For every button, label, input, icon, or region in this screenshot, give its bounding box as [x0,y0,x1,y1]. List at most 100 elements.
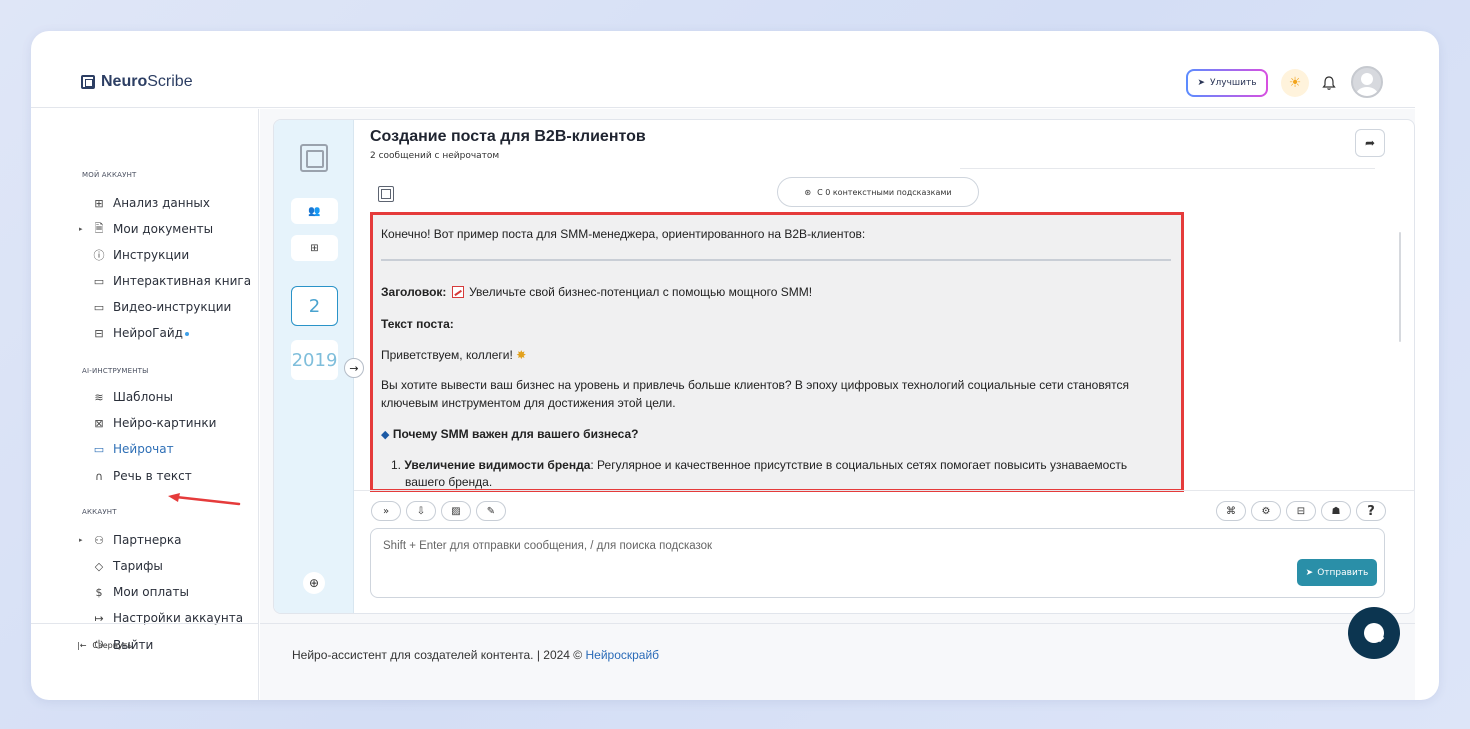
video-icon: ▭ [93,300,105,314]
users-icon: 👥 [308,205,321,217]
diamond-emoji-icon: ◆ [381,429,390,441]
grid-icon: ⊞ [310,242,319,254]
image-icon: ⊠ [94,416,104,430]
message-input-placeholder: Shift + Enter для отправки сообщения, / … [383,540,713,552]
download-icon: ⇩ [416,505,426,517]
caret-right-icon[interactable]: ▸ [79,225,89,233]
sidebar-item-video-instructions[interactable]: ▭ Видео-инструкции [79,297,232,317]
message-item1: 1. Увеличение видимости бренда: Регулярн… [391,458,1128,472]
collapse-button[interactable]: |← Свернуть [77,641,132,650]
message-body-line2: ключевым инструментом для достижения это… [381,396,676,410]
chat-subtitle: 2 сообщений с нейрочатом [370,151,500,161]
sidebar-item-payments[interactable]: $ Мои оплаты [79,582,189,602]
section-account: АККАУНТ [82,508,117,516]
send-icon: ➤ [1305,567,1314,578]
chat-rail: 👥 ⊞ 2 2019 ⊕ [274,120,354,613]
layout-button[interactable]: ⊟ [1286,501,1316,521]
bell-icon[interactable] [1319,73,1339,93]
sparkle-emoji-icon: ✸ [516,348,527,362]
message-why-heading: ◆ Почему SMM важен для вашего бизнеса? [381,427,639,441]
chat-title: Создание поста для B2B-клиентов [370,128,646,145]
rail-logo-icon [300,144,328,172]
sidebar-item-instructions[interactable]: ⓘ Инструкции [79,245,190,265]
layout-icon: ⊟ [94,326,104,340]
collapse-icon: |← [77,641,87,650]
sidebar-divider [31,623,259,624]
top-bar: NeuroScribe ➤ Улучшить ☀ [31,31,1415,108]
sidebar-item-neurochat[interactable]: ▭ Нейрочат [79,439,174,459]
footer: Нейро-ассистент для создателей контента.… [260,623,1415,700]
logo-icon [81,75,95,89]
logo[interactable]: NeuroScribe [81,73,193,91]
footer-link[interactable]: Нейроскрайб [585,648,659,662]
assistant-message: Конечно! Вот пример поста для SMM-менедж… [370,212,1184,492]
add-icon[interactable]: ⊕ [303,572,325,594]
sidebar: МОЙ АККАУНТ ⊞ Анализ данных ▸ 🗎 Мои докумен… [31,109,259,700]
download-button[interactable]: ⇩ [406,501,436,521]
grid-icon: ⊞ [94,196,104,210]
sidebar-item-account-settings[interactable]: ↦ Настройки аккаунта [79,608,243,628]
message-item1-line2: вашего бренда. [405,475,493,489]
message-heading: Заголовок: Увеличьте свой бизнес-потенци… [381,285,813,299]
bot-button[interactable]: ☗ [1321,501,1351,521]
sidebar-item-speech-to-text[interactable]: ∩ Речь в текст [79,466,192,486]
message-body-line1: Вы хотите вывести ваш бизнес на уровень … [381,378,1129,392]
magic-wand-button[interactable]: ✎ [476,501,506,521]
sidebar-item-tariffs[interactable]: ◇ Тарифы [79,556,163,576]
assistant-logo-icon [378,186,394,202]
sidebar-item-partner[interactable]: ▸ ⚇ Партнерка [79,530,181,550]
expand-arrow-icon[interactable]: → [344,358,364,378]
sidebar-item-neuro-images[interactable]: ⊠ Нейро-картинки [79,413,216,433]
image-icon: ▨ [451,505,461,517]
apps-button[interactable]: ⊞ [291,235,338,261]
message-input[interactable]: Shift + Enter для отправки сообщения, / … [370,528,1385,598]
theme-toggle-sun-icon[interactable]: ☀ [1281,69,1309,97]
plugin-button[interactable]: ⌘ [1216,501,1246,521]
sidebar-item-templates[interactable]: ≋ Шаблоны [79,387,173,407]
upgrade-button[interactable]: ➤ Улучшить [1186,69,1268,97]
new-dot-badge [184,332,189,336]
share-button[interactable]: ➦ [1355,129,1385,157]
chat-panel: 👥 ⊞ 2 2019 ⊕ → Создание поста для B2B-кл… [273,119,1415,614]
sidebar-item-analytics[interactable]: ⊞ Анализ данных [79,193,210,213]
brain-icon: ⊛ [804,187,812,197]
help-circle-icon: ⓘ [93,249,105,262]
send-button[interactable]: ➤ Отправить [1297,559,1377,586]
puzzle-icon: ⌘ [1226,505,1236,517]
headphones-icon: ∩ [94,469,104,483]
users-button[interactable]: 👥 [291,198,338,224]
caret-right-icon[interactable]: ▸ [79,536,89,544]
robot-icon: ☗ [1331,505,1341,517]
avatar[interactable] [1351,66,1383,98]
users-icon: ⚇ [94,533,104,547]
rail-year[interactable]: 2019 [291,340,338,380]
section-my-account: МОЙ АККАУНТ [82,171,137,179]
settings-button[interactable]: ⚙ [1251,501,1281,521]
app-window: NeuroScribe ➤ Улучшить ☀ МОЙ АККАУНТ ⊞ Ан… [31,31,1439,700]
layout-icon: ⊟ [1296,505,1306,517]
support-chat-icon[interactable] [1348,607,1400,659]
message-divider [381,259,1171,261]
sidebar-item-interactive-book[interactable]: ▭ Интерактивная книга [79,271,251,291]
composer-divider [354,490,1414,491]
section-ai-tools: AI-ИНСТРУМЕНТЫ [82,367,149,375]
dollar-icon: $ [95,585,103,599]
help-button[interactable]: ? [1356,501,1386,521]
footer-text: Нейро-ассистент для создателей контента.… [292,648,660,662]
image-button[interactable]: ▨ [441,501,471,521]
tag-icon: ◇ [94,559,104,573]
sidebar-item-neuroguide[interactable]: ⊟ НейроГайд [79,323,189,343]
gear-icon: ⚙ [1261,505,1271,517]
chat-counter[interactable]: 2 [291,286,338,326]
scrollbar[interactable] [1399,232,1401,342]
annotation-arrow-icon [168,493,241,506]
document-icon: 🗎 [94,221,104,235]
sidebar-item-documents[interactable]: ▸ 🗎 Мои документы [79,219,213,239]
magic-wand-icon: ✎ [486,505,496,517]
collapse-toggle-button[interactable]: » [371,501,401,521]
main-content: 👥 ⊞ 2 2019 ⊕ → Создание поста для B2B-кл… [260,109,1415,700]
layers-icon: ≋ [94,390,104,404]
share-icon: ➦ [1364,136,1376,150]
message-post-text-label: Текст поста: [381,317,454,331]
context-hints-button[interactable]: ⊛ С 0 контекстными подсказками [777,177,979,207]
